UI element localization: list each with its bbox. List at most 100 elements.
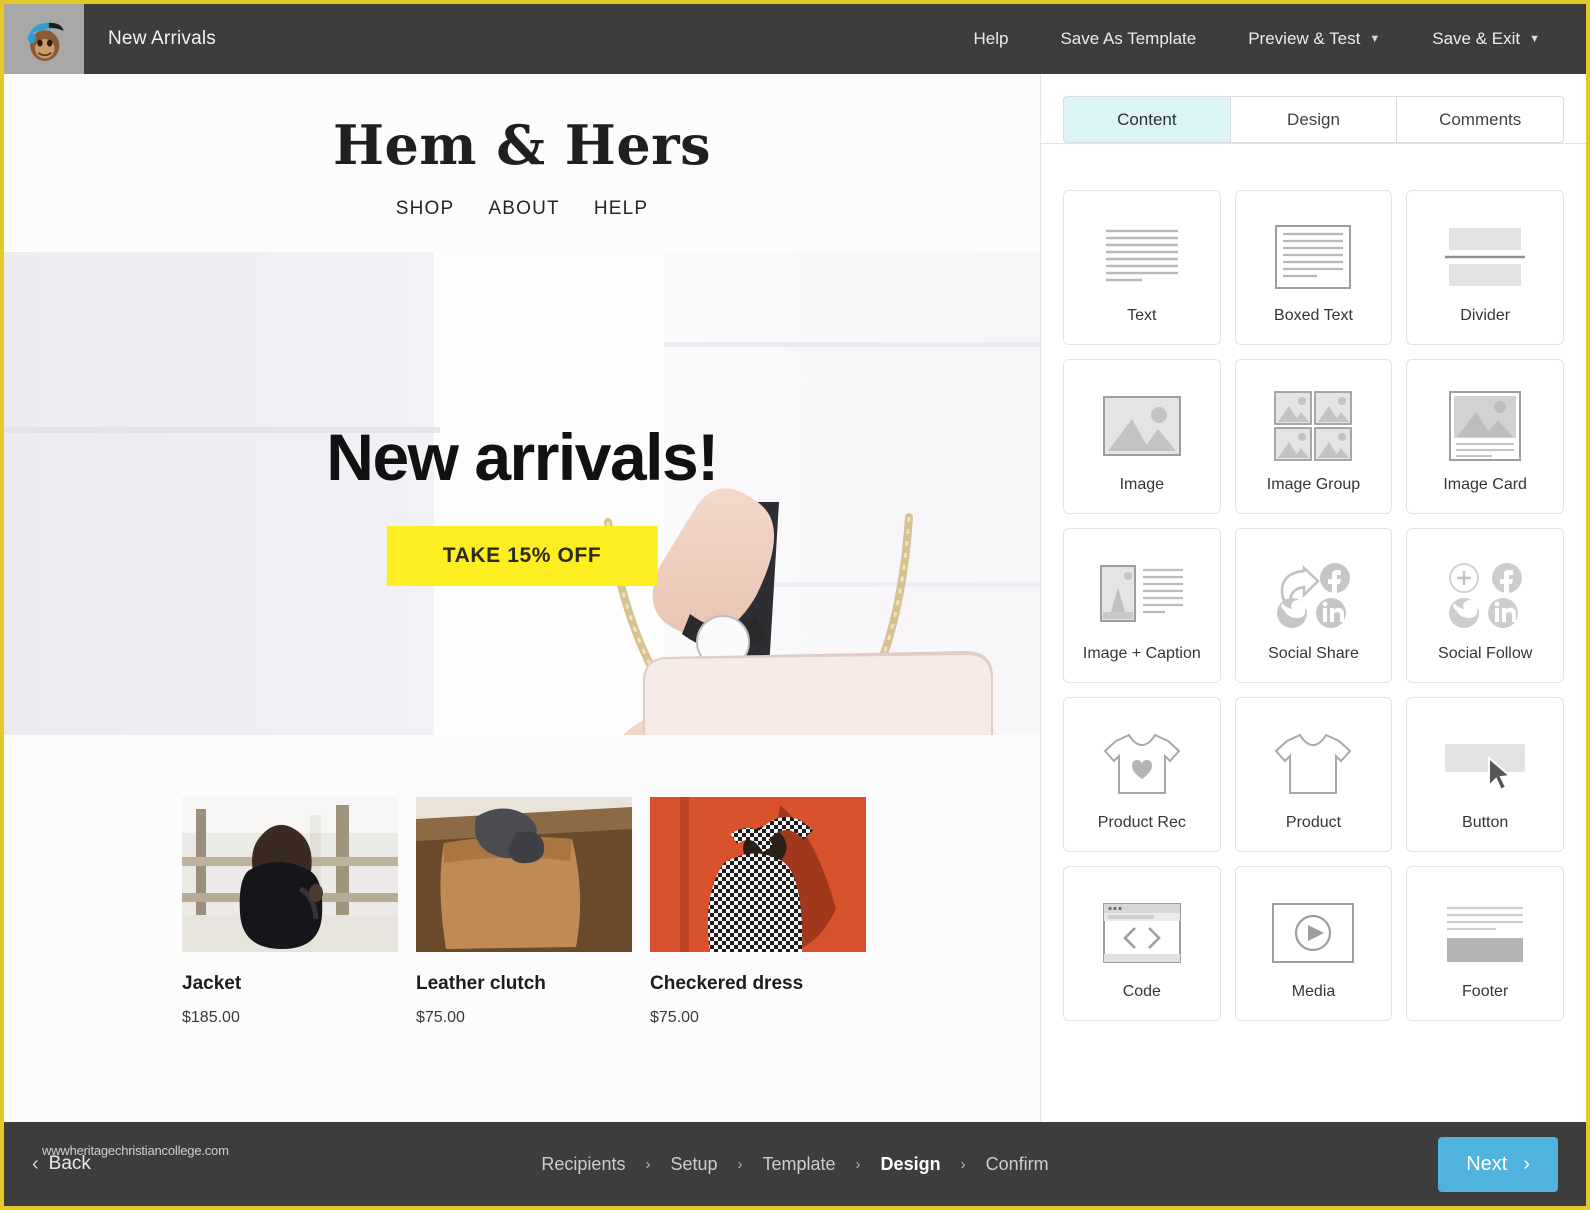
app-window: New Arrivals Help Save As Template Previ… (0, 0, 1590, 1210)
content-block-label: Text (1127, 306, 1157, 324)
email-header-block[interactable]: Hem & Hers SHOP ABOUT HELP (4, 74, 1040, 252)
content-block-label: Image Group (1266, 475, 1361, 493)
chevron-down-icon: ▼ (1369, 33, 1381, 45)
top-actions: Help Save As Template Preview & Test ▼ S… (947, 29, 1586, 49)
product-card[interactable]: Leather clutch $75.00 (416, 797, 632, 1027)
step-setup[interactable]: Setup (670, 1154, 717, 1175)
content-block-media[interactable]: Media (1234, 866, 1393, 1021)
tab-comments[interactable]: Comments (1397, 96, 1565, 143)
product-image[interactable] (182, 797, 398, 952)
product-price: $75.00 (416, 1009, 465, 1026)
email-nav-about[interactable]: ABOUT (488, 198, 559, 220)
mailchimp-freddie-icon (27, 22, 64, 61)
content-block-label: Image + Caption (1082, 644, 1201, 662)
jacket-photo-icon (182, 797, 398, 952)
chevron-right-icon: › (737, 1155, 743, 1173)
content-block-label: Footer (1462, 982, 1509, 1000)
hero-cta-button[interactable]: TAKE 15% OFF (386, 526, 658, 586)
step-design[interactable]: Design (881, 1154, 941, 1175)
content-block-code[interactable]: Code (1063, 866, 1221, 1021)
wizard-steps: Recipients › Setup › Template › Design ›… (541, 1154, 1048, 1175)
save-and-exit-label: Save & Exit (1432, 29, 1521, 48)
mailchimp-logo[interactable] (4, 4, 84, 74)
content-block-image[interactable]: Image (1063, 359, 1221, 514)
chevron-right-icon: › (645, 1155, 651, 1173)
content-block-image-group[interactable]: Image Group (1234, 359, 1393, 514)
content-block-social-follow[interactable]: Social Follow (1406, 528, 1564, 683)
hero-headline: New arrivals! (326, 420, 719, 494)
tabs-spacer (1041, 144, 1586, 166)
product-card[interactable]: Checkered dress $75.00 (650, 797, 866, 1027)
content-block-footer[interactable]: Footer (1406, 866, 1564, 1021)
product-price: $75.00 (650, 1009, 699, 1026)
tab-content[interactable]: Content (1063, 96, 1231, 143)
save-as-template-label: Save As Template (1060, 29, 1197, 48)
code-browser-icon (1102, 902, 1181, 963)
help-button[interactable]: Help (947, 29, 1034, 49)
help-label: Help (973, 29, 1009, 48)
content-block-label: Image (1119, 475, 1165, 493)
content-block-label: Product (1285, 813, 1342, 831)
content-block-label: Image Card (1443, 475, 1527, 493)
content-block-button[interactable]: Button (1406, 697, 1564, 852)
chevron-down-icon: ▼ (1529, 33, 1540, 45)
chevron-right-icon: › (855, 1155, 861, 1173)
divider-icon (1445, 227, 1526, 286)
button-cursor-icon (1445, 743, 1526, 791)
checkered-dress-photo-icon (650, 797, 866, 952)
product-image[interactable] (416, 797, 632, 952)
image-card-icon (1449, 390, 1522, 461)
chevron-right-icon: › (1523, 1152, 1530, 1175)
content-block-social-share[interactable]: Social Share (1234, 528, 1393, 683)
social-share-icon (1277, 562, 1351, 628)
save-and-exit-menu[interactable]: Save & Exit ▼ (1406, 29, 1566, 49)
content-block-product[interactable]: Product (1234, 697, 1393, 852)
content-block-label: Button (1462, 813, 1509, 831)
content-block-boxed-text[interactable]: Boxed Text (1234, 190, 1393, 345)
product-name: Leather clutch (416, 973, 546, 994)
preview-and-test-label: Preview & Test (1248, 29, 1361, 48)
save-as-template-button[interactable]: Save As Template (1034, 29, 1222, 49)
content-block-label: Product Rec (1097, 813, 1186, 831)
content-block-image-caption[interactable]: Image + Caption (1063, 528, 1221, 683)
boxed-text-icon (1275, 224, 1352, 289)
content-block-product-rec[interactable]: Product Rec (1063, 697, 1221, 852)
preview-and-test-menu[interactable]: Preview & Test ▼ (1222, 29, 1406, 49)
content-block-grid: Text Boxed Text Divider Image Image Grou… (1041, 166, 1586, 1045)
content-block-image-card[interactable]: Image Card (1406, 359, 1564, 514)
tab-design[interactable]: Design (1230, 96, 1398, 143)
brand-name: Hem & Hers (332, 113, 712, 177)
product-name: Jacket (182, 973, 242, 994)
back-button[interactable]: ‹ Back (4, 1153, 91, 1176)
editor-panel: Content Design Comments Text Boxed Text … (1040, 74, 1586, 1126)
next-button[interactable]: Next › (1438, 1136, 1558, 1192)
top-bar: New Arrivals Help Save As Template Previ… (4, 4, 1586, 74)
step-recipients[interactable]: Recipients (541, 1154, 625, 1175)
product-row-block[interactable]: Jacket $185.00 Leather clutch $75.00 Che… (4, 735, 1040, 1027)
content-block-divider[interactable]: Divider (1406, 190, 1564, 345)
content-block-label: Code (1122, 982, 1161, 1000)
hero-image-block[interactable]: New arrivals! TAKE 15% OFF (4, 252, 1040, 735)
social-follow-icon (1449, 562, 1523, 628)
image-icon (1102, 395, 1181, 456)
footer-icon (1447, 906, 1524, 962)
back-label: Back (48, 1153, 91, 1174)
product-card[interactable]: Jacket $185.00 (182, 797, 398, 1027)
product-image[interactable] (650, 797, 866, 952)
content-block-text[interactable]: Text (1063, 190, 1221, 345)
product-name: Checkered dress (650, 973, 804, 994)
email-preview-canvas[interactable]: Hem & Hers SHOP ABOUT HELP New arrivals!… (4, 74, 1040, 1126)
step-template[interactable]: Template (763, 1154, 836, 1175)
email-nav-shop[interactable]: SHOP (396, 198, 455, 220)
text-lines-icon (1105, 229, 1178, 281)
step-confirm[interactable]: Confirm (986, 1154, 1049, 1175)
bottom-bar: ‹ Back Recipients › Setup › Template › D… (4, 1122, 1586, 1206)
next-label: Next (1466, 1152, 1508, 1175)
media-play-icon (1272, 902, 1355, 963)
content-block-label: Social Follow (1438, 644, 1533, 662)
chevron-left-icon: ‹ (32, 1152, 39, 1175)
content-block-label: Social Share (1268, 644, 1359, 662)
email-nav: SHOP ABOUT HELP (4, 198, 1040, 220)
email-nav-help[interactable]: HELP (594, 198, 648, 220)
leather-clutch-photo-icon (416, 797, 632, 952)
